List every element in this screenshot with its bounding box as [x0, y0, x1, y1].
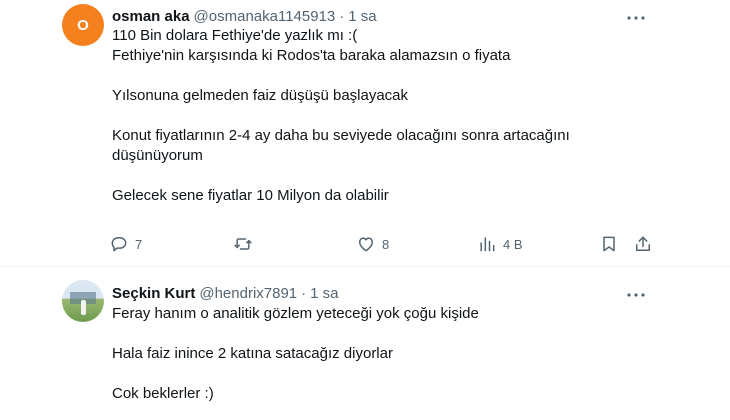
- separator-dot: ·: [301, 284, 307, 302]
- tweet-line: düşünüyorum: [112, 147, 203, 164]
- tweet-text: 110 Bin dolara Fethiye'de yazlık mı :( F…: [112, 26, 632, 206]
- timestamp[interactable]: 1 sa: [310, 285, 338, 302]
- avatar-photo-figure: [81, 300, 86, 315]
- tweet-line: Yılsonuna gelmeden faiz düşüşü başlayaca…: [112, 87, 409, 104]
- reply-button[interactable]: 7: [109, 232, 142, 256]
- retweet-button[interactable]: [233, 232, 253, 256]
- display-name[interactable]: osman aka: [112, 8, 190, 25]
- user-handle[interactable]: @osmanaka1145913: [194, 8, 336, 25]
- separator-dot: ·: [339, 7, 345, 25]
- share-icon: [636, 236, 650, 251]
- avatar-letter: O: [77, 16, 89, 34]
- tweet-line: 110 Bin dolara Fethiye'de yazlık mı :(: [112, 27, 358, 44]
- views-count: 4 B: [503, 236, 523, 252]
- user-handle[interactable]: @hendrix7891: [199, 285, 297, 302]
- views-button[interactable]: 4 B: [477, 232, 523, 256]
- reply-count: 7: [135, 236, 143, 252]
- avatar[interactable]: [62, 280, 104, 322]
- timeline-feed: O osman aka @osmanaka1145913 · 1 sa 110 …: [0, 0, 730, 420]
- share-button[interactable]: [633, 232, 653, 256]
- more-dots-icon: [627, 16, 645, 20]
- tweet-text: Feray hanım o analitik gözlem yeteceği y…: [112, 304, 632, 404]
- tweet-line: Gelecek sene fiyatlar 10 Milyon da olabi…: [112, 187, 389, 204]
- avatar[interactable]: O: [62, 4, 104, 46]
- bookmark-button[interactable]: [599, 232, 619, 256]
- like-button[interactable]: 8: [356, 232, 389, 256]
- more-options-button[interactable]: [624, 285, 648, 305]
- reply-icon: [111, 237, 127, 252]
- tweet-line: Fethiye'nin karşısında ki Rodos'ta barak…: [112, 47, 511, 64]
- tweet-header: osman aka @osmanaka1145913 · 1 sa: [112, 6, 377, 26]
- tweet-line: Cok beklerler :): [112, 385, 214, 402]
- tweet-line: Konut fiyatlarının 2-4 ay daha bu seviye…: [112, 127, 570, 144]
- more-dots-icon: [627, 293, 645, 297]
- tweet-line: Feray hanım o analitik gözlem yeteceği y…: [112, 305, 479, 322]
- tweet[interactable]: Seçkin Kurt @hendrix7891 · 1 sa Feray ha…: [0, 266, 730, 420]
- timestamp[interactable]: 1 sa: [348, 8, 376, 25]
- bookmark-icon: [603, 236, 615, 252]
- like-count: 8: [382, 236, 390, 252]
- tweet-actions: 7 8 4 B: [109, 232, 659, 256]
- retweet-icon: [234, 238, 252, 250]
- more-options-button[interactable]: [624, 8, 648, 28]
- heart-icon: [359, 237, 373, 252]
- display-name[interactable]: Seçkin Kurt: [112, 285, 195, 302]
- tweet-header: Seçkin Kurt @hendrix7891 · 1 sa: [112, 283, 339, 303]
- tweet-line: Hala faiz inince 2 katına satacağız diyo…: [112, 345, 393, 362]
- views-icon: [480, 237, 495, 252]
- tweet[interactable]: O osman aka @osmanaka1145913 · 1 sa 110 …: [0, 0, 730, 266]
